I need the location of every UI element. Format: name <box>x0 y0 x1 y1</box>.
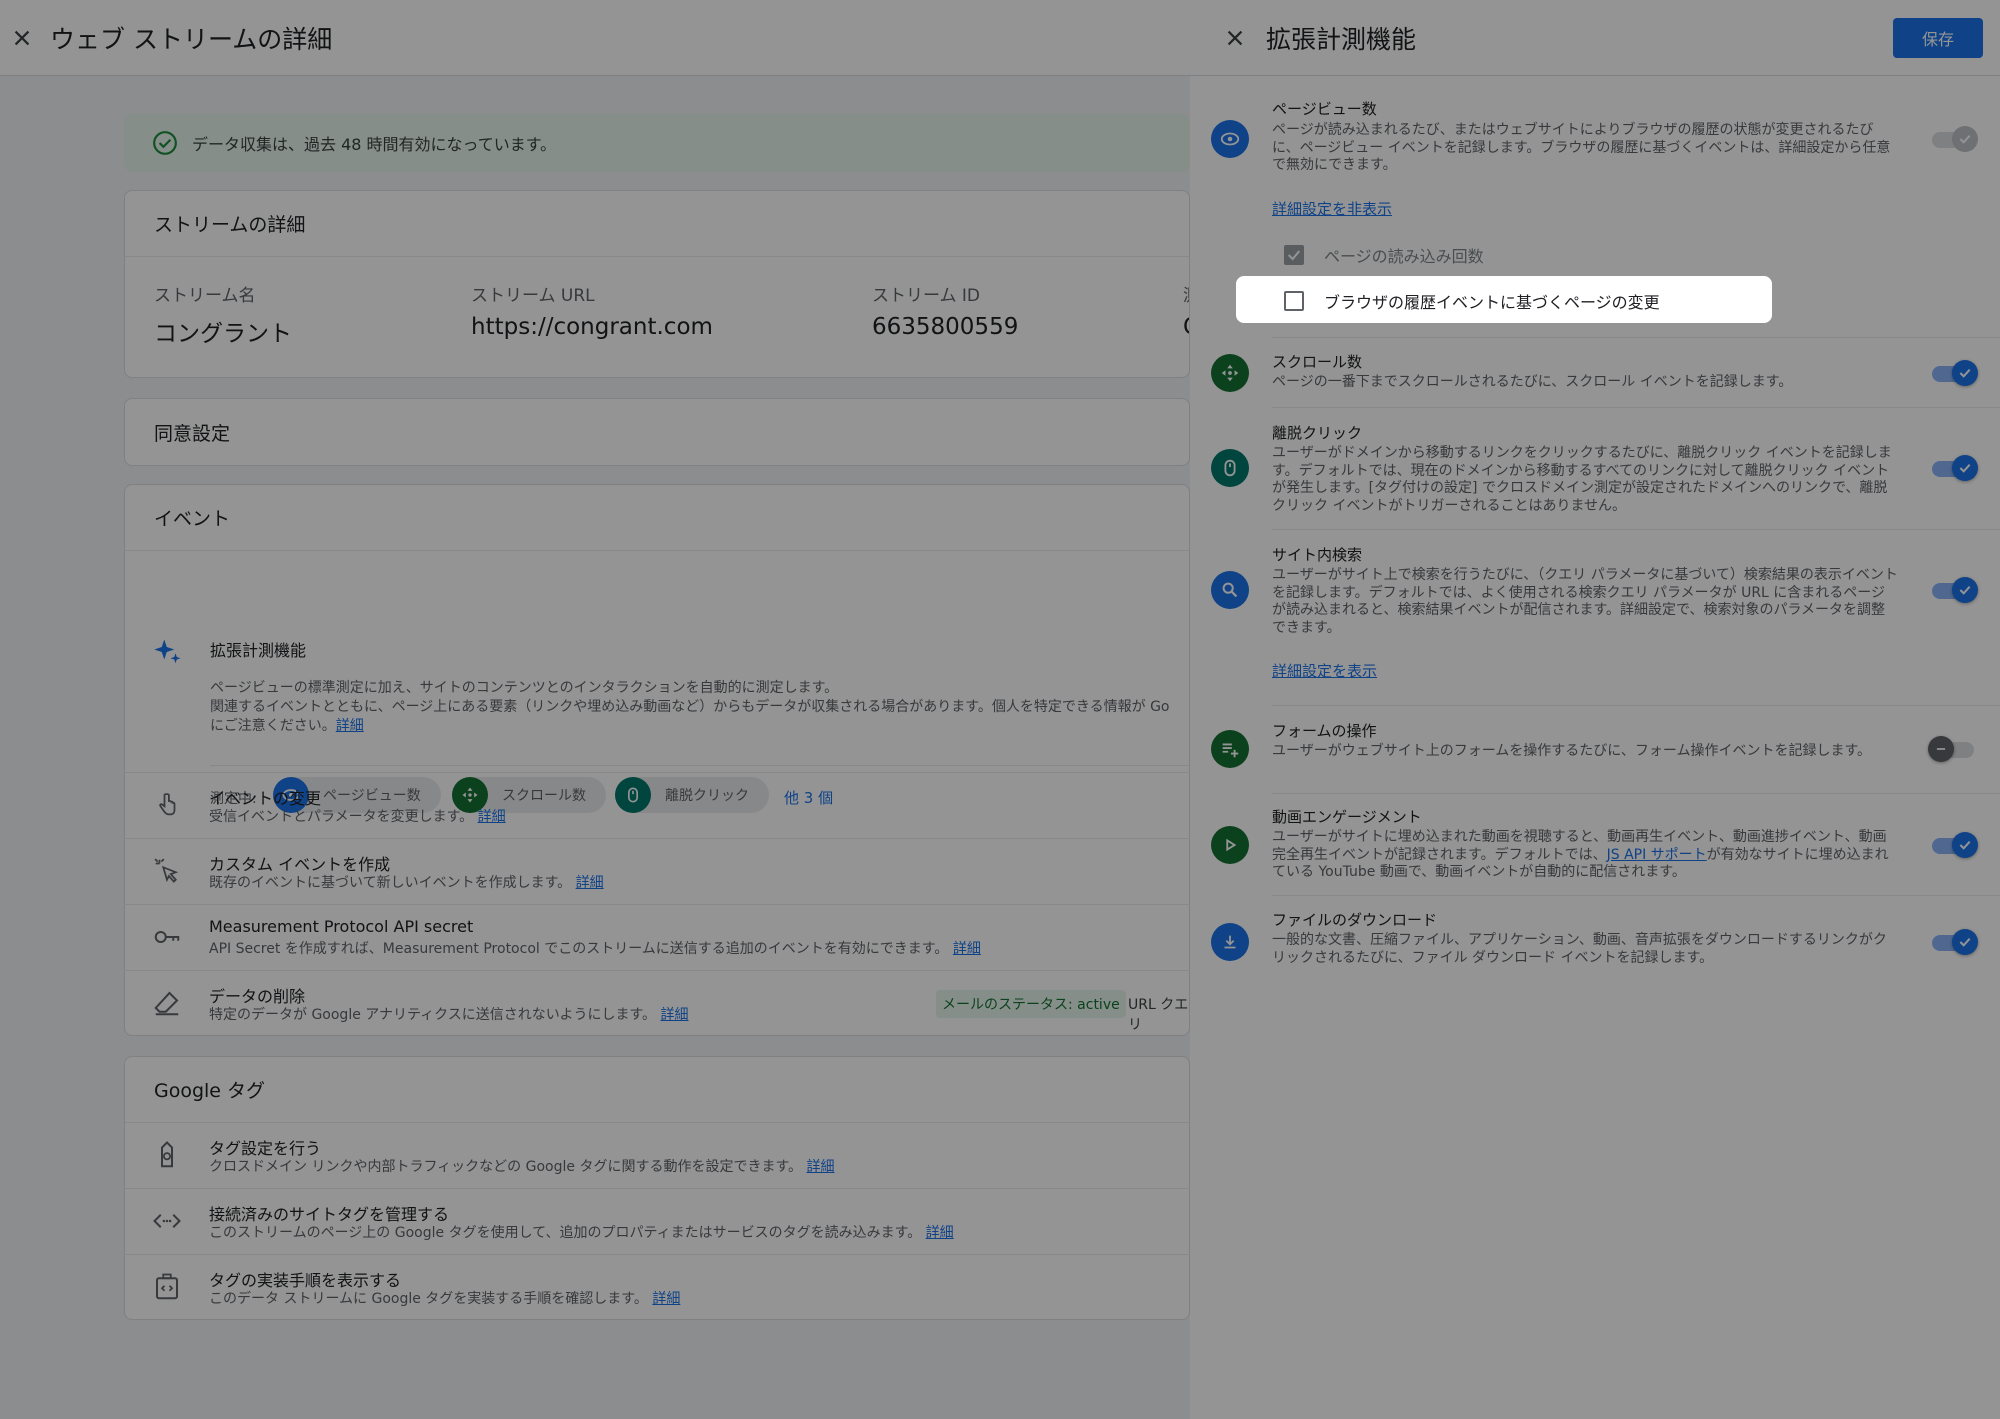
browser-history-option[interactable]: ブラウザの履歴イベントに基づくページの変更 <box>1284 289 1660 313</box>
enhanced-measurement-panel: 拡張計測機能 保存 ページビュー数 ページが読み込まれるたび、またはウェブサイト… <box>1190 0 2000 1419</box>
browser-history-checkbox[interactable] <box>1284 291 1304 311</box>
browser-history-label: ブラウザの履歴イベントに基づくページの変更 <box>1324 293 1660 312</box>
history-events-spotlight: ブラウザの履歴イベントに基づくページの変更 <box>1236 276 1772 323</box>
panel-scrim <box>1190 0 2000 1419</box>
